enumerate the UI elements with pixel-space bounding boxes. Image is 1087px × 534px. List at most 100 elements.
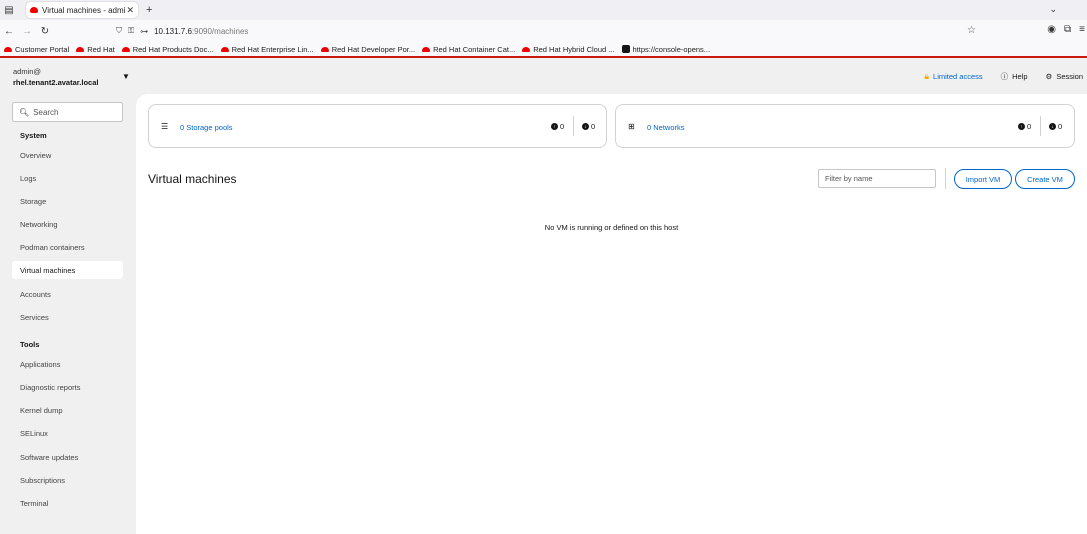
bookmark-item[interactable]: https://console-opens... — [621, 44, 711, 54]
account-icon[interactable]: ◉ — [1047, 24, 1056, 35]
sidebar-item-subscriptions[interactable]: Subscriptions — [12, 471, 123, 489]
host-name: rhel.tenant2.avatar.local — [13, 78, 99, 87]
sidebar-item-storage[interactable]: Storage — [12, 192, 123, 210]
reload-icon[interactable]: ↻ — [36, 26, 54, 37]
url-host: 10.131.7.6 — [154, 26, 192, 36]
storage-pools-card: ☰ 0 Storage pools ↑ 0 ↓ 0 — [148, 104, 607, 148]
networks-active-stat: ↑ 0 — [1018, 122, 1031, 131]
bookmark-label: Red Hat — [87, 44, 115, 54]
networks-inactive-count: 0 — [1058, 122, 1063, 131]
divider — [573, 116, 574, 136]
storage-inactive-count: 0 — [591, 122, 596, 131]
bookmark-label: Red Hat Hybrid Cloud ... — [533, 44, 615, 54]
redhat-icon — [76, 46, 85, 52]
redhat-icon — [320, 46, 329, 52]
key-icon: ⊶ — [140, 26, 149, 36]
sidebar-item-networking[interactable]: Networking — [12, 215, 123, 233]
arrow-up-circle-icon: ↑ — [1018, 123, 1025, 130]
cockpit-masthead: admin@ rhel.tenant2.avatar.local ▼ 🔒︎ Li… — [0, 60, 1087, 94]
search-input[interactable] — [33, 107, 124, 117]
redhat-icon — [4, 46, 12, 52]
host-user: admin@ — [13, 67, 42, 76]
redhat-icon — [422, 46, 431, 52]
sidebar-item-accounts[interactable]: Accounts — [12, 285, 123, 303]
filter-by-name-input[interactable] — [825, 174, 930, 183]
sidebar-item-diagnostic-reports[interactable]: Diagnostic reports — [12, 378, 123, 396]
bookmark-item[interactable]: Red Hat Hybrid Cloud ... — [522, 44, 615, 54]
bookmark-item[interactable]: Red Hat Container Cat... — [422, 45, 515, 54]
extensions-icon[interactable]: ⧉ — [1064, 24, 1071, 35]
session-label: Session — [1056, 72, 1083, 81]
bookmark-item[interactable]: Red Hat Products Doc... — [121, 45, 214, 54]
browser-tab-bar: ▤ Virtual machines - admin ✕ + ⌄ — [0, 0, 1087, 20]
bookmark-label: Red Hat Container Cat... — [433, 44, 516, 54]
back-icon[interactable]: ← — [0, 26, 18, 37]
sidebar-item-podman-containers[interactable]: Podman containers — [12, 238, 123, 256]
bookmark-label: Customer Portal — [15, 44, 70, 54]
page-title: Virtual machines — [148, 172, 237, 186]
browser-nav-bar: ← → ↻ ⛉ ⚿ ⊶ 10.131.7.6:9090/machines ☆ ◉… — [0, 20, 1087, 42]
redhat-favicon-icon — [30, 7, 38, 13]
close-icon[interactable]: ✕ — [126, 5, 134, 16]
redhat-icon — [220, 46, 229, 52]
url-text[interactable]: 10.131.7.6:9090/machines — [154, 27, 248, 36]
help-button[interactable]: ⓘ Help — [1001, 71, 1028, 82]
filter-box[interactable] — [818, 169, 936, 188]
caret-down-icon[interactable]: ▼ — [122, 72, 130, 81]
menu-icon[interactable]: ≡ — [1079, 24, 1085, 35]
star-icon[interactable]: ☆ — [967, 25, 976, 36]
search-box[interactable]: 🔍︎ — [12, 102, 124, 122]
bookmark-item[interactable]: Customer Portal — [4, 45, 69, 54]
sidebar-item-overview[interactable]: Overview — [12, 146, 123, 164]
section-title-tools: Tools — [20, 340, 40, 349]
url-path: :9090/machines — [191, 26, 249, 36]
new-tab-icon[interactable]: + — [146, 4, 152, 16]
host-switcher[interactable]: admin@ rhel.tenant2.avatar.local — [13, 67, 98, 87]
bookmark-item[interactable]: Red Hat Developer Por... — [320, 44, 416, 54]
bookmark-label: https://console-opens... — [632, 44, 711, 54]
forward-icon[interactable]: → — [18, 26, 36, 37]
tab-title: Virtual machines - admin — [42, 5, 127, 15]
storage-pools-link[interactable]: 0 Storage pools — [180, 123, 233, 132]
storage-inactive-stat: ↓ 0 — [582, 122, 595, 131]
bookmark-label: Red Hat Developer Por... — [331, 44, 416, 54]
arrow-down-circle-icon: ↓ — [582, 123, 589, 130]
chevron-down-icon[interactable]: ⌄ — [1049, 4, 1057, 15]
bookmark-item[interactable]: Red Hat — [76, 45, 115, 54]
storage-active-count: 0 — [560, 122, 565, 131]
arrow-down-circle-icon: ↓ — [1049, 123, 1056, 130]
help-icon: ⓘ — [1000, 72, 1009, 81]
tab-list-icon[interactable]: ▤ — [0, 0, 18, 20]
storage-pool-icon: ☰ — [161, 122, 169, 131]
url-bar[interactable]: ⛉ ⚿ ⊶ 10.131.7.6:9090/machines ☆ — [116, 23, 982, 39]
create-vm-button[interactable]: Create VM — [1015, 169, 1075, 189]
redhat-icon — [522, 46, 531, 52]
arrow-up-circle-icon: ↑ — [551, 123, 558, 130]
toolbar-divider — [945, 168, 946, 189]
main-content: ☰ 0 Storage pools ↑ 0 ↓ 0 ⊞ 0 Networks ↑ 0 … — [136, 94, 1087, 534]
browser-tab[interactable]: Virtual machines - admin ✕ — [26, 2, 138, 18]
networks-card: ⊞ 0 Networks ↑ 0 ↓ 0 — [615, 104, 1075, 148]
sidebar-item-logs[interactable]: Logs — [12, 169, 123, 187]
masthead-actions: 🔒︎ Limited access ⓘ Help ⚙ Session — [924, 71, 1083, 82]
sidebar-item-software-updates[interactable]: Software updates — [12, 448, 123, 466]
bookmark-item[interactable]: Red Hat Enterprise Lin... — [220, 45, 314, 54]
sidebar-item-services[interactable]: Services — [12, 308, 123, 326]
session-button[interactable]: ⚙ Session — [1046, 72, 1083, 81]
sidebar-item-selinux[interactable]: SELinux — [12, 424, 123, 442]
limited-access-button[interactable]: 🔒︎ Limited access — [924, 71, 982, 82]
sidebar-item-kernel-dump[interactable]: Kernel dump — [12, 401, 123, 419]
sidebar-item-applications[interactable]: Applications — [12, 355, 123, 373]
storage-active-stat: ↑ 0 — [551, 122, 564, 131]
network-icon: ⊞ — [628, 122, 635, 131]
sidebar-item-virtual-machines[interactable]: Virtual machines — [12, 261, 123, 279]
networks-link[interactable]: 0 Networks — [647, 123, 685, 132]
sidebar-item-terminal[interactable]: Terminal — [12, 494, 123, 512]
divider — [1040, 116, 1041, 136]
bookmarks-bar: Customer Portal Red Hat Red Hat Products… — [0, 42, 1087, 58]
limited-access-label: Limited access — [933, 72, 983, 81]
lock-icon: ⚿ — [128, 26, 135, 35]
gear-icon: ⚙ — [1045, 72, 1053, 81]
empty-state-message: No VM is running or defined on this host — [544, 223, 679, 232]
import-vm-button[interactable]: Import VM — [954, 169, 1012, 189]
